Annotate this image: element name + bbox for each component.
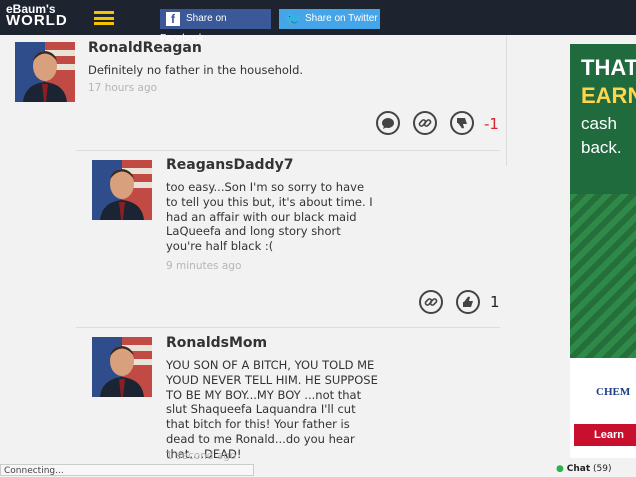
ad-subline-1: cash xyxy=(581,114,617,133)
ad-learn-more-button[interactable]: Learn M xyxy=(574,424,636,458)
comment-feed: RonaldReagan Definitely no father in the… xyxy=(14,35,500,465)
comment-text: YOU SON OF A BITCH, YOU TOLD ME YOUD NEV… xyxy=(166,358,378,461)
comment-item: RonaldsMom YOU SON OF A BITCH, YOU TOLD … xyxy=(14,328,500,465)
hamburger-menu-icon[interactable] xyxy=(94,11,114,25)
scroll-track xyxy=(506,36,507,166)
comment-timestamp: 17 hours ago xyxy=(88,82,158,94)
thumbs-down-icon[interactable] xyxy=(450,111,474,135)
site-logo[interactable]: eBaum's WORLD xyxy=(6,3,68,32)
comment-text: Definitely no father in the household. xyxy=(88,63,304,77)
logo-line-2: WORLD xyxy=(6,12,68,29)
advertisement-banner[interactable]: THAT EARNS cash back. CHEM Learn M xyxy=(570,44,636,458)
ad-brand-logo: CHEM xyxy=(596,386,631,398)
comment-item: ReagansDaddy7 too easy...Son I'm so sorr… xyxy=(14,151,500,327)
comment-username[interactable]: ReagansDaddy7 xyxy=(166,157,293,173)
thumbs-up-icon[interactable] xyxy=(456,290,480,314)
ad-headline: THAT EARNS xyxy=(581,54,636,110)
ad-headline-line-2: EARNS xyxy=(581,83,636,108)
comment-timestamp: 9 minutes ago xyxy=(166,260,242,272)
comment-text: too easy...Son I'm so sorry to have to t… xyxy=(166,180,373,254)
avatar[interactable] xyxy=(15,42,75,102)
comment-item: RonaldReagan Definitely no father in the… xyxy=(14,35,500,147)
twitter-bird-icon: 🐦 xyxy=(285,11,303,27)
comment-username[interactable]: RonaldsMom xyxy=(166,335,267,351)
vote-count: 1 xyxy=(490,293,500,311)
link-icon[interactable] xyxy=(413,111,437,135)
avatar[interactable] xyxy=(92,337,152,397)
facebook-icon: f xyxy=(166,12,180,26)
ad-money-image xyxy=(570,194,636,358)
browser-status-bar: Connecting... xyxy=(0,464,254,476)
comment-username[interactable]: RonaldReagan xyxy=(88,40,202,56)
vote-count: -1 xyxy=(484,115,499,133)
ad-subline: cash back. xyxy=(581,112,622,160)
share-on-facebook-button[interactable]: f Share on Facebook xyxy=(160,9,271,44)
avatar[interactable] xyxy=(92,160,152,220)
twitter-label: Share on Twitter xyxy=(305,13,378,24)
ad-headline-line-1: THAT xyxy=(581,55,636,80)
top-navigation-bar: eBaum's WORLD f Share on Facebook 🐦 Share … xyxy=(0,0,636,44)
ad-subline-2: back. xyxy=(581,138,622,157)
chat-indicator[interactable]: ● Chat (59) xyxy=(556,464,611,475)
chat-label: Chat xyxy=(566,464,591,474)
chat-count: (59) xyxy=(593,464,612,474)
online-dot-icon: ● xyxy=(556,464,564,474)
link-icon[interactable] xyxy=(419,290,443,314)
comment-timestamp: 1 second ago xyxy=(166,450,237,462)
reply-icon[interactable] xyxy=(376,111,400,135)
share-on-twitter-button[interactable]: 🐦 Share on Twitter xyxy=(279,9,380,29)
